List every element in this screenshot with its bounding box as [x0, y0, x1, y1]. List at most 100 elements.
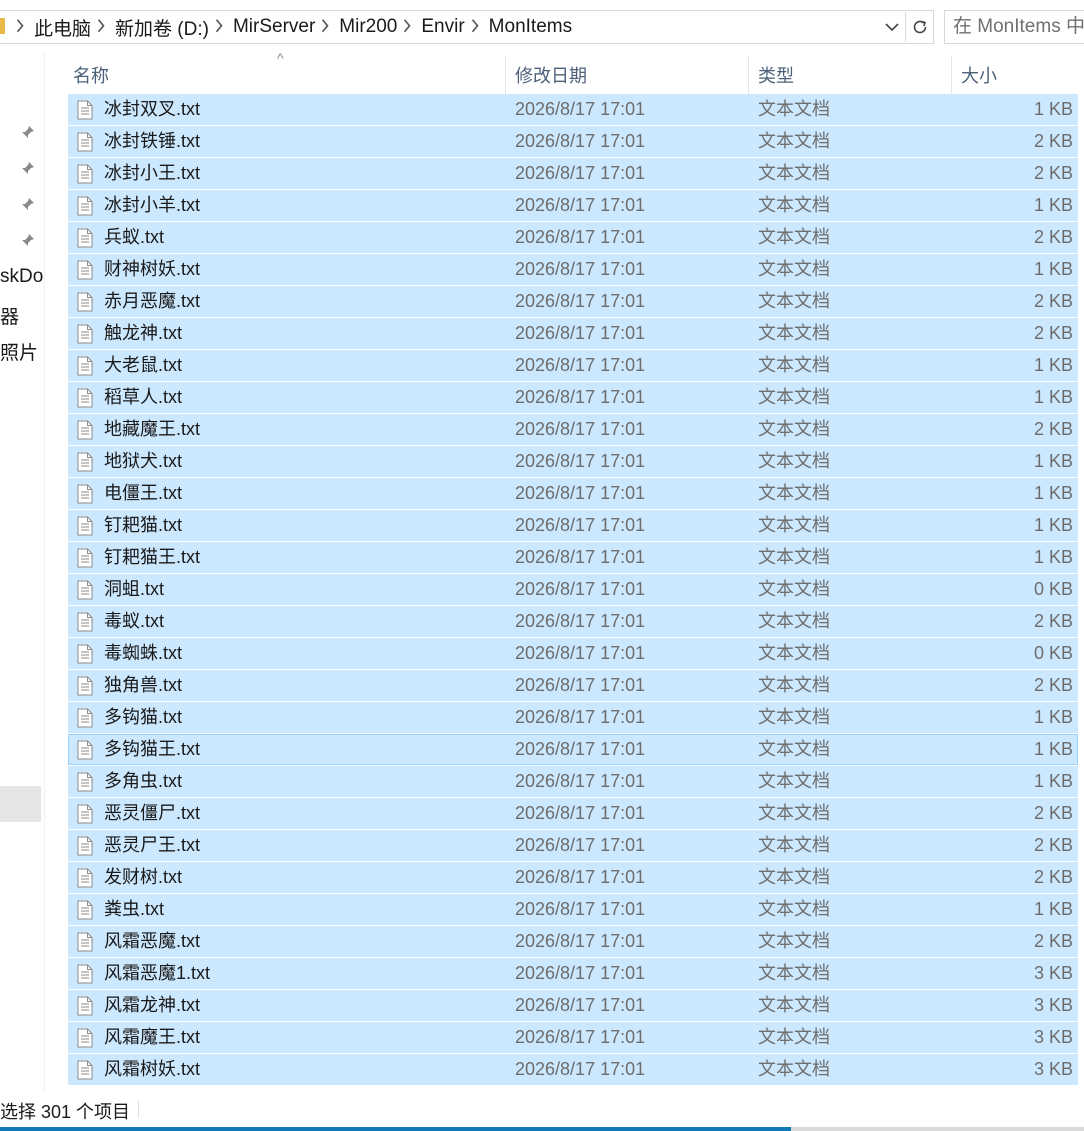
nav-item-selected[interactable] — [0, 786, 41, 822]
text-file-icon — [77, 836, 93, 856]
file-name[interactable]: 多钩猫王.txt — [104, 735, 200, 764]
chevron-right-icon[interactable] — [16, 17, 24, 36]
file-name[interactable]: 冰封铁锤.txt — [104, 127, 200, 156]
file-name[interactable]: 兵蚁.txt — [104, 223, 164, 252]
file-row[interactable]: 风霜龙神.txt 2026/8/17 17:01 文本文档 3 KB — [68, 990, 1078, 1021]
file-row[interactable]: 地藏魔王.txt 2026/8/17 17:01 文本文档 2 KB — [68, 414, 1078, 445]
breadcrumb-item[interactable]: MonItems — [489, 16, 572, 38]
breadcrumb-item[interactable]: Mir200 — [339, 16, 397, 38]
chevron-down-icon[interactable] — [882, 17, 902, 37]
file-name[interactable]: 风霜恶魔.txt — [104, 927, 200, 956]
pin-icon[interactable] — [20, 196, 36, 212]
file-row[interactable]: 洞蛆.txt 2026/8/17 17:01 文本文档 0 KB — [68, 574, 1078, 605]
nav-item[interactable]: 器 — [0, 302, 19, 329]
chevron-right-icon[interactable] — [471, 17, 479, 36]
chevron-right-icon[interactable] — [403, 17, 411, 36]
refresh-icon[interactable] — [905, 12, 934, 42]
file-row[interactable]: 冰封双叉.txt 2026/8/17 17:01 文本文档 1 KB — [68, 94, 1078, 125]
pin-icon[interactable] — [20, 232, 36, 248]
file-name[interactable]: 钉耙猫.txt — [104, 511, 182, 540]
chevron-right-icon[interactable] — [97, 17, 105, 36]
file-name[interactable]: 冰封双叉.txt — [104, 95, 200, 124]
file-name[interactable]: 恶灵尸王.txt — [104, 831, 200, 860]
file-row[interactable]: 大老鼠.txt 2026/8/17 17:01 文本文档 1 KB — [68, 350, 1078, 381]
file-name[interactable]: 触龙神.txt — [104, 319, 182, 348]
file-row[interactable]: 独角兽.txt 2026/8/17 17:01 文本文档 2 KB — [68, 670, 1078, 701]
file-date: 2026/8/17 17:01 — [515, 995, 646, 1015]
column-header-type[interactable]: 类型 — [753, 56, 951, 94]
file-row[interactable]: 多钩猫.txt 2026/8/17 17:01 文本文档 1 KB — [68, 702, 1078, 733]
breadcrumb-item[interactable]: Envir — [421, 16, 464, 38]
file-row[interactable]: 冰封铁锤.txt 2026/8/17 17:01 文本文档 2 KB — [68, 126, 1078, 157]
file-name[interactable]: 财神树妖.txt — [104, 255, 200, 284]
file-row[interactable]: 风霜恶魔.txt 2026/8/17 17:01 文本文档 2 KB — [68, 926, 1078, 957]
search-box[interactable] — [944, 10, 1084, 44]
file-name[interactable]: 风霜树妖.txt — [104, 1055, 200, 1084]
file-row[interactable]: 电僵王.txt 2026/8/17 17:01 文本文档 1 KB — [68, 478, 1078, 509]
column-header-name[interactable]: 名称 — [68, 56, 505, 94]
file-name[interactable]: 风霜恶魔1.txt — [104, 959, 210, 988]
file-size: 2 KB — [1033, 323, 1073, 343]
file-row[interactable]: 恶灵尸王.txt 2026/8/17 17:01 文本文档 2 KB — [68, 830, 1078, 861]
file-row[interactable]: 地狱犬.txt 2026/8/17 17:01 文本文档 1 KB — [68, 446, 1078, 477]
search-input[interactable] — [953, 11, 1084, 43]
nav-item[interactable]: skDo — [0, 266, 43, 288]
chevron-right-icon[interactable] — [215, 17, 223, 36]
file-row[interactable]: 风霜恶魔1.txt 2026/8/17 17:01 文本文档 3 KB — [68, 958, 1078, 989]
chevron-right-icon[interactable] — [321, 17, 329, 36]
file-row[interactable]: 风霜魔王.txt 2026/8/17 17:01 文本文档 3 KB — [68, 1022, 1078, 1053]
pin-icon[interactable] — [20, 160, 36, 176]
file-row[interactable]: 粪虫.txt 2026/8/17 17:01 文本文档 1 KB — [68, 894, 1078, 925]
file-row[interactable]: 多钩猫王.txt 2026/8/17 17:01 文本文档 1 KB — [68, 734, 1078, 765]
column-divider[interactable] — [505, 56, 506, 94]
breadcrumb-item[interactable]: MirServer — [233, 16, 315, 38]
file-name[interactable]: 多角虫.txt — [104, 767, 182, 796]
file-size: 2 KB — [1033, 163, 1073, 183]
file-name[interactable]: 恶灵僵尸.txt — [104, 799, 200, 828]
file-row[interactable]: 毒蜘蛛.txt 2026/8/17 17:01 文本文档 0 KB — [68, 638, 1078, 669]
file-name[interactable]: 冰封小羊.txt — [104, 191, 200, 220]
file-name[interactable]: 电僵王.txt — [104, 479, 182, 508]
breadcrumb-item[interactable]: 新加卷 (D:) — [115, 14, 209, 41]
file-name[interactable]: 风霜魔王.txt — [104, 1023, 200, 1052]
file-row[interactable]: 财神树妖.txt 2026/8/17 17:01 文本文档 1 KB — [68, 254, 1078, 285]
file-row[interactable]: 兵蚁.txt 2026/8/17 17:01 文本文档 2 KB — [68, 222, 1078, 253]
text-file-icon — [77, 452, 93, 472]
column-divider[interactable] — [951, 56, 952, 94]
file-name[interactable]: 冰封小王.txt — [104, 159, 200, 188]
file-name[interactable]: 洞蛆.txt — [104, 575, 164, 604]
file-row[interactable]: 风霜树妖.txt 2026/8/17 17:01 文本文档 3 KB — [68, 1054, 1078, 1085]
file-name[interactable]: 地藏魔王.txt — [104, 415, 200, 444]
file-row[interactable]: 恶灵僵尸.txt 2026/8/17 17:01 文本文档 2 KB — [68, 798, 1078, 829]
nav-item[interactable]: 照片 — [0, 338, 38, 365]
file-name[interactable]: 风霜龙神.txt — [104, 991, 200, 1020]
file-name[interactable]: 多钩猫.txt — [104, 703, 182, 732]
pin-icon[interactable] — [20, 124, 36, 140]
file-row[interactable]: 赤月恶魔.txt 2026/8/17 17:01 文本文档 2 KB — [68, 286, 1078, 317]
file-row[interactable]: 稻草人.txt 2026/8/17 17:01 文本文档 1 KB — [68, 382, 1078, 413]
breadcrumb-item[interactable]: 此电脑 — [34, 14, 91, 41]
file-name[interactable]: 赤月恶魔.txt — [104, 287, 200, 316]
file-row[interactable]: 冰封小羊.txt 2026/8/17 17:01 文本文档 1 KB — [68, 190, 1078, 221]
file-row[interactable]: 发财树.txt 2026/8/17 17:01 文本文档 2 KB — [68, 862, 1078, 893]
column-divider[interactable] — [748, 56, 749, 94]
file-name[interactable]: 毒蜘蛛.txt — [104, 639, 182, 668]
text-file-icon — [77, 676, 93, 696]
file-name[interactable]: 粪虫.txt — [104, 895, 164, 924]
file-row[interactable]: 毒蚁.txt 2026/8/17 17:01 文本文档 2 KB — [68, 606, 1078, 637]
file-name[interactable]: 大老鼠.txt — [104, 351, 182, 380]
column-header-size[interactable]: 大小 — [956, 56, 1076, 94]
file-row[interactable]: 触龙神.txt 2026/8/17 17:01 文本文档 2 KB — [68, 318, 1078, 349]
file-name[interactable]: 发财树.txt — [104, 863, 182, 892]
file-name[interactable]: 毒蚁.txt — [104, 607, 164, 636]
column-header-date[interactable]: 修改日期 — [510, 56, 748, 94]
file-name[interactable]: 地狱犬.txt — [104, 447, 182, 476]
file-row[interactable]: 多角虫.txt 2026/8/17 17:01 文本文档 1 KB — [68, 766, 1078, 797]
file-name[interactable]: 稻草人.txt — [104, 383, 182, 412]
file-name[interactable]: 独角兽.txt — [104, 671, 182, 700]
file-row[interactable]: 钉耙猫.txt 2026/8/17 17:01 文本文档 1 KB — [68, 510, 1078, 541]
file-name[interactable]: 钉耙猫王.txt — [104, 543, 200, 572]
file-type: 文本文档 — [758, 323, 830, 343]
file-row[interactable]: 冰封小王.txt 2026/8/17 17:01 文本文档 2 KB — [68, 158, 1078, 189]
file-row[interactable]: 钉耙猫王.txt 2026/8/17 17:01 文本文档 1 KB — [68, 542, 1078, 573]
